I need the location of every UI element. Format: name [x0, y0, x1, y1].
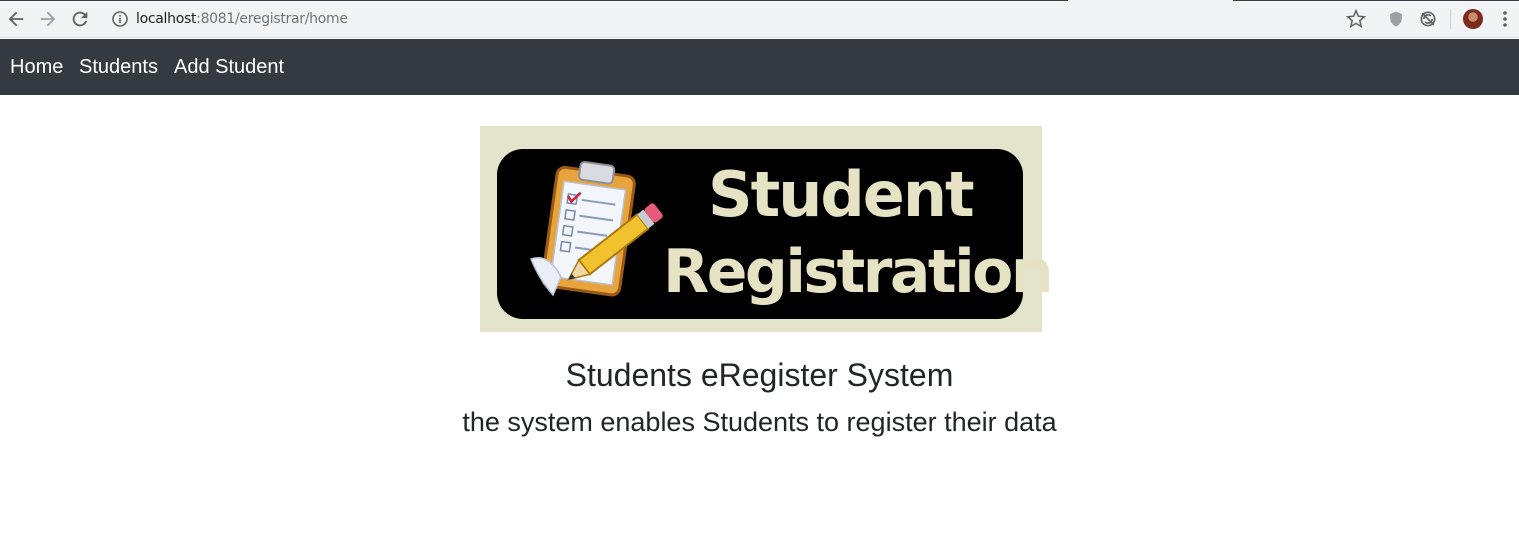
nav-link-home[interactable]: Home: [10, 56, 63, 78]
address-bar[interactable]: localhost:8081/eregistrar/home: [136, 10, 348, 28]
bookmark-button[interactable]: [1346, 9, 1366, 29]
site-info-button[interactable]: [111, 10, 129, 28]
star-icon: [1346, 9, 1366, 29]
student-registration-banner: Student Registration: [480, 126, 1054, 332]
reload-icon: [72, 11, 88, 27]
window-top-edge: [0, 0, 1519, 1]
back-button[interactable]: [5, 8, 27, 30]
arrow-left-icon: [8, 11, 24, 27]
banner-line-2: Registration: [663, 237, 1054, 307]
toolbar-divider: [1450, 9, 1451, 29]
shield-icon: [1390, 11, 1402, 27]
banner-line-1: Student: [708, 158, 975, 231]
extension-sync-button[interactable]: [1418, 9, 1438, 29]
avatar[interactable]: [1463, 9, 1483, 29]
arrow-right-icon: [40, 11, 56, 27]
kebab-menu-icon: [1503, 11, 1507, 27]
extension-shield-button[interactable]: [1386, 9, 1406, 29]
forward-button[interactable]: [37, 8, 59, 30]
url-path: :8081/eregistrar/home: [196, 11, 348, 27]
reload-button[interactable]: [69, 8, 91, 30]
nav-link-add-student[interactable]: Add Student: [174, 56, 284, 78]
tab-strip-gap: [1068, 0, 1233, 2]
page-title: Students eRegister System: [565, 357, 954, 393]
browser-menu-button[interactable]: [1495, 9, 1515, 29]
sync-icon: [1420, 11, 1436, 27]
browser-toolbar: localhost:8081/eregistrar/home: [0, 0, 1519, 38]
url-host: localhost: [136, 11, 197, 27]
nav-link-students[interactable]: Students: [79, 56, 158, 78]
page-subtitle: the system enables Students to register …: [462, 407, 1057, 437]
info-icon: [112, 11, 128, 27]
main-navbar: Home Students Add Student: [0, 39, 1519, 95]
banner-panel: Student Registration: [497, 149, 1054, 319]
